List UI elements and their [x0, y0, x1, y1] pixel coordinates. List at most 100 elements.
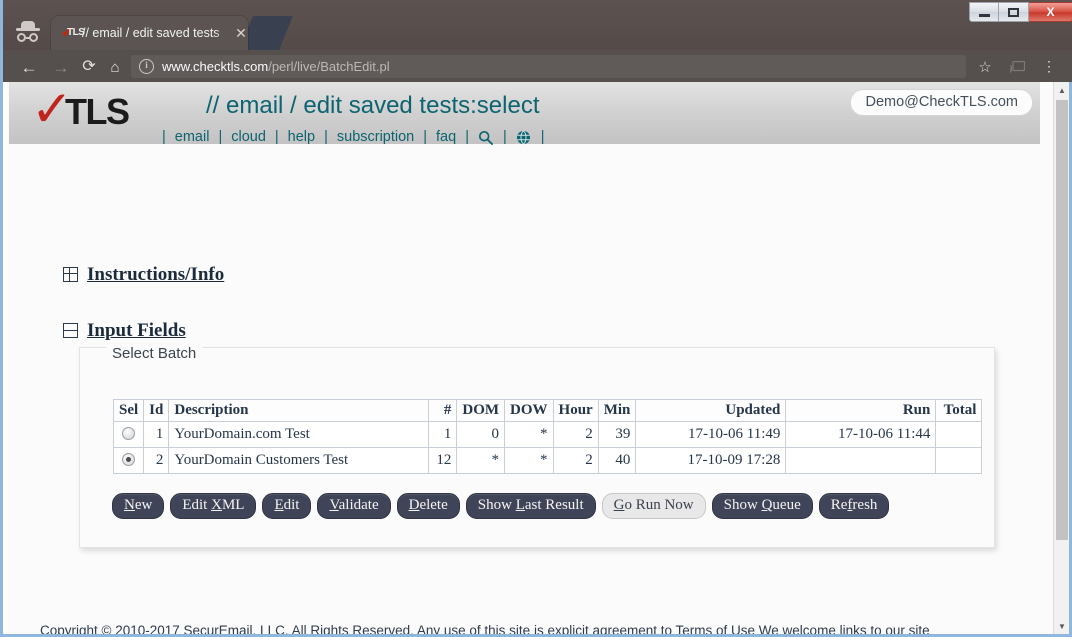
browser-toolbar: ← → ⟳ ⌂ i www.checktls.com/perl/live/Bat…	[3, 50, 1072, 82]
refresh-button[interactable]: Refresh	[818, 493, 890, 519]
incognito-hat-icon	[13, 19, 43, 45]
delete-button[interactable]: Delete	[396, 493, 460, 519]
tab-close-icon[interactable]: ✕	[232, 24, 250, 42]
cell-count: 1	[428, 421, 458, 448]
cell-count: 12	[428, 447, 458, 474]
show-queue-button[interactable]: Show Queue	[711, 493, 813, 519]
search-icon[interactable]	[478, 129, 494, 145]
edit-button[interactable]: Edit	[262, 493, 312, 519]
nav-item-cloud[interactable]: cloud	[231, 129, 266, 145]
window-maximize-button[interactable]	[999, 2, 1029, 22]
tab-title: // email / edit saved tests	[82, 26, 220, 40]
table-row[interactable]: 2 YourDomain Customers Test 12 * * 2 40 …	[112, 447, 983, 474]
section-label-input-fields: Input Fields	[87, 320, 186, 341]
nav-item-help[interactable]: help	[288, 129, 315, 145]
go-run-now-button[interactable]: Go Run Now	[601, 493, 706, 519]
cell-dow: *	[504, 447, 554, 474]
globe-icon-svg	[517, 130, 531, 144]
home-icon[interactable]: ⌂	[103, 55, 127, 79]
section-toggle-input-fields[interactable]: Input Fields	[63, 320, 186, 342]
select-batch-legend: Select Batch	[106, 345, 203, 362]
nav-separator: |	[540, 129, 545, 145]
cell-min: 40	[597, 447, 637, 474]
checktls-logo[interactable]: ✓ TLS	[31, 84, 139, 138]
section-toggle-instructions[interactable]: Instructions/Info	[63, 264, 224, 286]
nav-separator: |	[324, 129, 328, 145]
bookmark-star-icon[interactable]: ☆	[973, 55, 997, 78]
col-id: Id	[143, 399, 170, 422]
cell-run: 17-10-06 11:44	[785, 421, 937, 448]
cell-run	[785, 447, 937, 474]
forward-icon: →	[52, 57, 70, 77]
cell-total	[935, 447, 983, 474]
screen: ✓ TLS // email / edit saved tests ✕ X ← …	[0, 0, 1072, 637]
nav-item-faq[interactable]: faq	[436, 129, 456, 145]
row-radio-cell[interactable]	[112, 447, 145, 474]
show-last-result-button[interactable]: Show Last Result	[465, 493, 596, 519]
logo-text: TLS	[65, 91, 130, 132]
nav-separator: |	[423, 129, 428, 145]
cast-icon-svg	[1009, 60, 1025, 73]
table-row[interactable]: 1 YourDomain.com Test 1 0 * 2 39 17-10-0…	[112, 421, 983, 448]
batch-radio-1[interactable]	[122, 427, 136, 440]
col-dow: DOW	[504, 399, 554, 422]
row-radio-cell[interactable]	[112, 421, 145, 448]
action-button-row: New Edit XML Edit Validate Delete Show L…	[112, 493, 890, 519]
cell-dom: *	[456, 447, 506, 474]
chrome-menu-icon[interactable]: ⋮	[1039, 55, 1059, 78]
copyright-text: Copyright © 2010-2017 SecurEmail, LLC. A…	[40, 623, 676, 634]
section-label-instructions: Instructions/Info	[87, 264, 225, 285]
user-account-badge[interactable]: Demo@CheckTLS.com	[851, 90, 1032, 115]
browser-titlebar: ✓ TLS // email / edit saved tests ✕ X	[3, 0, 1072, 50]
cell-updated: 17-10-06 11:49	[635, 421, 787, 448]
cell-id: 2	[143, 447, 170, 474]
nav-item-email[interactable]: email	[175, 129, 210, 145]
scroll-down-icon[interactable]: ▼	[1054, 618, 1070, 634]
reload-icon[interactable]: ⟳	[77, 55, 101, 79]
col-count: #	[428, 399, 458, 422]
terms-of-use-link[interactable]: Terms of Use	[676, 623, 756, 634]
validate-button[interactable]: Validate	[317, 493, 391, 519]
cell-id: 1	[143, 421, 170, 448]
window-minimize-button[interactable]	[969, 2, 999, 22]
col-description: Description	[168, 399, 430, 422]
batch-radio-2[interactable]	[122, 453, 136, 466]
browser-tab[interactable]: ✓ TLS // email / edit saved tests ✕	[51, 16, 248, 50]
cell-description: YourDomain Customers Test	[168, 447, 430, 474]
scrollbar-thumb[interactable]	[1056, 100, 1068, 540]
site-info-icon[interactable]: i	[139, 59, 154, 74]
col-run: Run	[785, 399, 937, 422]
table-header: Sel Id Description # DOM DOW Hour Min Up…	[112, 399, 983, 422]
cell-min: 39	[597, 421, 637, 448]
col-total: Total	[935, 399, 983, 422]
url-domain: www.checktls.com	[162, 59, 269, 74]
window-close-button[interactable]: X	[1029, 2, 1072, 22]
address-bar[interactable]: i www.checktls.com/perl/live/BatchEdit.p…	[131, 55, 966, 78]
window-controls: X	[969, 2, 1072, 24]
table-body: 1 YourDomain.com Test 1 0 * 2 39 17-10-0…	[112, 421, 983, 474]
globe-icon[interactable]	[516, 129, 532, 145]
search-icon-svg	[479, 130, 494, 145]
site-header: ✓ TLS // email / edit saved tests:select…	[9, 82, 1040, 145]
nav-separator: |	[218, 129, 223, 145]
browser-window: ✓ TLS // email / edit saved tests ✕ X ← …	[0, 0, 1072, 637]
nav-separator: |	[502, 129, 507, 145]
edit-xml-button[interactable]: Edit XML	[170, 493, 257, 519]
footer-line-1-tail: We welcome links to our site	[755, 623, 930, 634]
col-dom: DOM	[456, 399, 506, 422]
cell-dom: 0	[456, 421, 506, 448]
back-icon[interactable]: ←	[17, 55, 41, 79]
cell-total	[935, 421, 983, 448]
cell-updated: 17-10-09 17:28	[635, 447, 787, 474]
new-button[interactable]: New	[112, 493, 165, 519]
nav-item-subscription[interactable]: subscription	[337, 129, 414, 145]
table-header-row: Sel Id Description # DOM DOW Hour Min Up…	[112, 399, 983, 422]
address-bar-url: www.checktls.com/perl/live/BatchEdit.pl	[162, 59, 390, 74]
col-updated: Updated	[635, 399, 787, 422]
nav-separator: |	[162, 129, 166, 145]
scroll-up-icon[interactable]: ▲	[1054, 82, 1070, 98]
page-scrollbar[interactable]: ▲ ▼	[1053, 82, 1069, 634]
plus-box-icon	[63, 267, 78, 282]
site-nav: | email | cloud | help | subscription | …	[153, 126, 554, 148]
page-content: ✓ TLS // email / edit saved tests:select…	[6, 82, 1040, 634]
